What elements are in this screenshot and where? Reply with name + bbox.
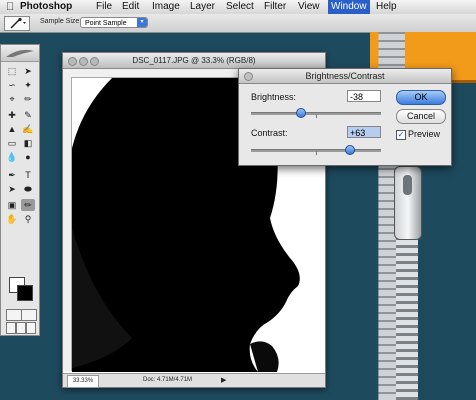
blur-icon[interactable]: 💧 (5, 151, 19, 163)
toolbox: ⬚ ➤ ∽ ✦ ⌖ ✏ ✚ ✎ ▲ ✍ ▭ ◧ 💧 ● ✒ T ➤ ⬬ ▣ ✏ … (0, 44, 40, 336)
menu-image[interactable]: Image (152, 1, 180, 12)
standard-mode-button[interactable] (6, 309, 22, 321)
contrast-center-tick (316, 151, 317, 155)
background-color-swatch[interactable] (17, 285, 33, 301)
menu-help[interactable]: Help (376, 1, 397, 12)
magic-wand-icon[interactable]: ✦ (21, 79, 35, 91)
zoom-window-icon[interactable] (90, 57, 99, 66)
chevron-down-icon: ▾ (137, 18, 147, 27)
apple-menu-icon[interactable]:  (6, 1, 14, 13)
doc-size-info: Doc: 4.71M/4.71M (143, 377, 193, 383)
cancel-button[interactable]: Cancel (396, 109, 446, 124)
menu-file[interactable]: File (96, 1, 112, 12)
tool-preset-picker[interactable] (4, 16, 30, 31)
dialog-title: Brightness/Contrast (305, 71, 385, 81)
menubar:  Photoshop File Edit Image Layer Select… (0, 0, 476, 15)
menu-photoshop[interactable]: Photoshop (20, 1, 72, 12)
toolbox-header[interactable] (1, 45, 39, 62)
history-brush-icon[interactable]: ✍ (21, 123, 35, 135)
eyedropper-icon[interactable]: ✏ (21, 199, 35, 211)
close-icon[interactable] (68, 57, 77, 66)
screen-mode-full-button[interactable] (26, 322, 36, 334)
menu-select[interactable]: Select (226, 1, 254, 12)
pen-icon[interactable]: ✒ (5, 169, 19, 181)
hand-icon[interactable]: ✋ (5, 213, 19, 225)
document-status-bar: 33.33% Doc: 4.71M/4.71M ▶ (63, 373, 325, 388)
contrast-input[interactable]: +63 (347, 126, 381, 138)
options-bar: Sample Size: Point Sample ▾ (0, 14, 476, 33)
screen-mode-standard-button[interactable] (6, 322, 16, 334)
brightness-contrast-dialog: Brightness/Contrast Brightness: -38 Cont… (238, 68, 452, 166)
checkmark-icon: ✓ (397, 130, 405, 139)
ok-button[interactable]: OK (396, 90, 446, 105)
eraser-icon[interactable]: ▭ (5, 137, 19, 149)
notes-icon[interactable]: ▣ (5, 199, 19, 211)
path-select-icon[interactable]: ➤ (5, 183, 19, 195)
dodge-icon[interactable]: ● (21, 151, 35, 163)
brush-icon[interactable]: ✎ (21, 109, 35, 121)
brightness-label: Brightness: (251, 92, 297, 102)
stamp-icon[interactable]: ▲ (5, 123, 19, 135)
sample-size-select[interactable]: Point Sample ▾ (80, 17, 148, 28)
menu-window[interactable]: Window (328, 0, 370, 14)
zipper-puller (394, 166, 422, 240)
zoom-field[interactable]: 33.33% (67, 375, 99, 388)
sample-size-label: Sample Size: (40, 18, 82, 25)
zipper-teeth (396, 232, 418, 400)
minimize-icon[interactable] (79, 57, 88, 66)
type-icon[interactable]: T (21, 169, 35, 181)
shape-icon[interactable]: ⬬ (21, 183, 35, 195)
gradient-icon[interactable]: ◧ (21, 137, 35, 149)
zoom-icon[interactable]: ⚲ (21, 213, 35, 225)
preview-checkbox[interactable]: ✓ (396, 130, 406, 140)
menu-edit[interactable]: Edit (122, 1, 139, 12)
crop-icon[interactable]: ⌖ (5, 93, 19, 105)
marquee-icon[interactable]: ⬚ (5, 65, 19, 77)
close-icon[interactable] (244, 72, 253, 81)
healing-icon[interactable]: ✚ (5, 109, 19, 121)
preview-label: Preview (408, 129, 441, 139)
menu-view[interactable]: View (298, 1, 320, 12)
contrast-slider-thumb[interactable] (344, 145, 355, 155)
move-icon[interactable]: ➤ (21, 65, 35, 77)
sample-size-value: Point Sample (85, 20, 127, 27)
dialog-titlebar[interactable]: Brightness/Contrast (239, 69, 451, 84)
menu-layer[interactable]: Layer (190, 1, 215, 12)
lasso-icon[interactable]: ∽ (5, 79, 19, 91)
feather-icon (6, 49, 34, 57)
document-titlebar[interactable]: DSC_0117.JPG @ 33.3% (RGB/8) (63, 53, 325, 69)
brightness-center-tick (316, 114, 317, 118)
quick-mask-button[interactable] (21, 309, 37, 321)
status-menu-arrow-icon[interactable]: ▶ (221, 374, 226, 387)
brightness-input[interactable]: -38 (347, 90, 381, 102)
brightness-slider-thumb[interactable] (295, 108, 306, 118)
screen-mode-full-menu-button[interactable] (16, 322, 26, 334)
menu-filter[interactable]: Filter (264, 1, 286, 12)
contrast-label: Contrast: (251, 128, 288, 138)
eyedropper-icon (10, 17, 26, 29)
ruler-vertical (63, 77, 72, 371)
document-title: DSC_0117.JPG @ 33.3% (RGB/8) (132, 56, 256, 65)
slice-icon[interactable]: ✏ (21, 93, 35, 105)
